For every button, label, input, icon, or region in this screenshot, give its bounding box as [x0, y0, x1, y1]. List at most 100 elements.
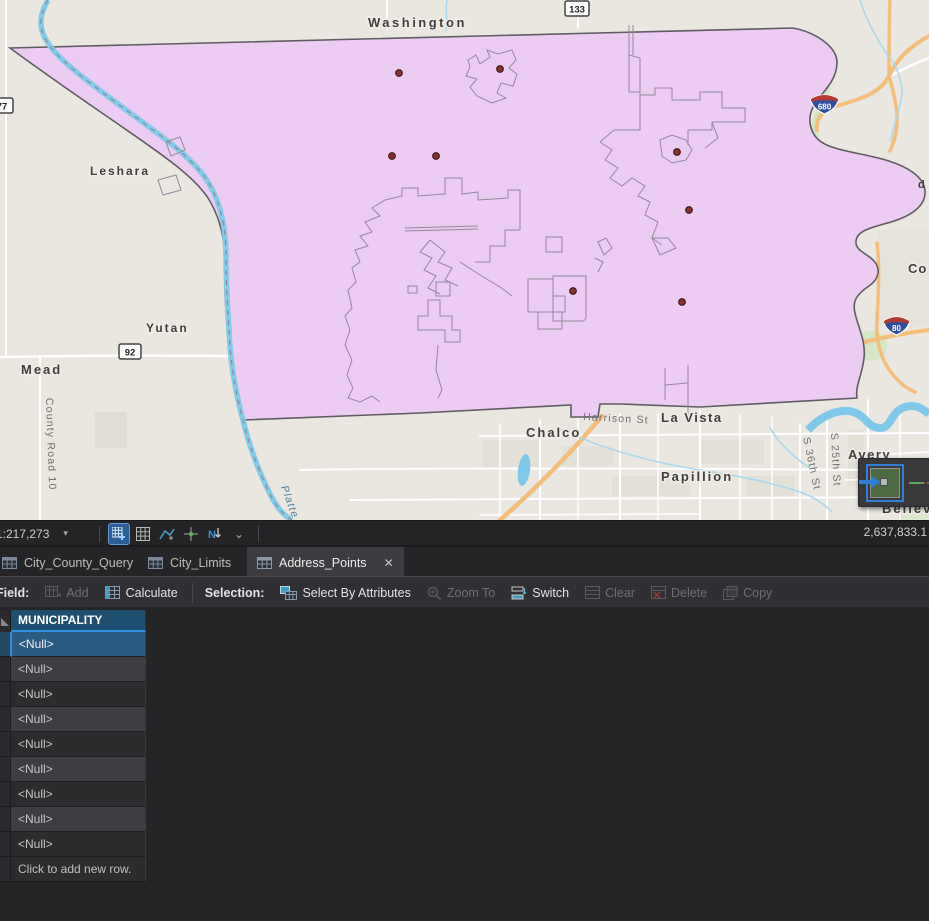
- shield-92: 92: [119, 344, 141, 359]
- sketch-icon: [159, 527, 175, 541]
- coordinate-readout: 2,637,833.1: [864, 525, 927, 539]
- switch-selection-button[interactable]: Switch: [511, 586, 569, 600]
- select-all-corner[interactable]: [0, 610, 11, 632]
- municipality-cell[interactable]: <Null>: [11, 707, 146, 732]
- segment-preview-icon: [909, 480, 929, 486]
- table-tab-strip: City_County_Query City_Limits Address_Po…: [0, 545, 929, 578]
- address-point: [497, 66, 504, 73]
- row-selector[interactable]: [0, 657, 11, 682]
- tab-city-county-query[interactable]: City_County_Query: [0, 547, 143, 578]
- address-point: [674, 149, 681, 156]
- land-patch: [95, 412, 127, 448]
- address-point: [686, 207, 693, 214]
- row-selector[interactable]: [0, 632, 12, 657]
- select-by-attributes-button[interactable]: Select By Attributes: [280, 586, 410, 600]
- calculate-label: Calculate: [126, 586, 178, 600]
- add-features-button[interactable]: [109, 524, 129, 544]
- row-selector[interactable]: [0, 707, 11, 732]
- delete-button[interactable]: Delete: [651, 586, 707, 600]
- table-row: <Null>: [0, 632, 146, 657]
- table-icon: [2, 557, 17, 569]
- label-la-vista: La Vista: [661, 410, 723, 425]
- copy-button[interactable]: Copy: [723, 586, 772, 600]
- label-co-partial: Co: [908, 261, 927, 276]
- close-icon[interactable]: ✕: [384, 556, 394, 570]
- label-leshara: Leshara: [90, 164, 150, 178]
- select-by-attributes-icon: [280, 586, 297, 600]
- table-row: <Null>: [0, 782, 146, 807]
- tab-address-points[interactable]: Address_Points ✕: [247, 547, 404, 578]
- label-chalco: Chalco: [526, 425, 581, 440]
- row-selector[interactable]: [0, 832, 11, 857]
- dropdown-caret-icon: ▾: [63, 528, 68, 539]
- crosshair-icon: [184, 527, 198, 541]
- scale-dropdown[interactable]: 1:217,273 ▾: [0, 527, 92, 541]
- table-toolbar: Field: Add Calculate Selection:: [0, 576, 929, 608]
- municipality-cell[interactable]: <Null>: [11, 782, 146, 807]
- table-row: <Null>: [0, 732, 146, 757]
- select-by-attributes-label: Select By Attributes: [302, 586, 410, 600]
- statusbar-more-button[interactable]: ⌄: [229, 524, 249, 544]
- svg-text:133: 133: [569, 5, 585, 16]
- municipality-cell[interactable]: <Null>: [11, 682, 146, 707]
- clear-label: Clear: [605, 586, 635, 600]
- zoom-to-button[interactable]: Zoom To: [427, 586, 495, 600]
- svg-text:77: 77: [0, 102, 7, 113]
- table-row: <Null>: [0, 707, 146, 732]
- snap-tool-button[interactable]: [181, 524, 201, 544]
- zoom-to-icon: [427, 586, 442, 600]
- svg-text:92: 92: [125, 348, 136, 359]
- zoom-to-label: Zoom To: [447, 586, 495, 600]
- grid-plus-icon: [112, 527, 126, 541]
- column-header-municipality[interactable]: MUNICIPALITY: [11, 610, 146, 632]
- clear-selection-button[interactable]: Clear: [585, 586, 635, 600]
- new-row-hint[interactable]: Click to add new row.: [11, 857, 146, 882]
- basemap: Washington Leshara Yutan Mead Chalco La …: [0, 0, 929, 520]
- svg-text:N: N: [208, 529, 216, 541]
- label-yutan: Yutan: [146, 321, 189, 335]
- row-selector: [0, 857, 11, 882]
- label-washington: Washington: [368, 15, 467, 30]
- row-selector[interactable]: [0, 807, 11, 832]
- municipality-cell[interactable]: <Null>: [11, 732, 146, 757]
- municipality-cell[interactable]: <Null>: [12, 632, 146, 657]
- table-icon: [257, 557, 272, 569]
- row-selector[interactable]: [0, 757, 11, 782]
- add-new-row[interactable]: Click to add new row.: [0, 857, 146, 882]
- chevron-down-icon: ⌄: [234, 527, 244, 541]
- add-field-button[interactable]: Add: [45, 586, 88, 600]
- delete-label: Delete: [671, 586, 707, 600]
- switch-label: Switch: [532, 586, 569, 600]
- add-field-label: Add: [66, 586, 88, 600]
- arcgis-pro-window: Washington Leshara Yutan Mead Chalco La …: [0, 0, 929, 921]
- tab-label: Address_Points: [279, 556, 367, 570]
- svg-text:80: 80: [892, 324, 901, 333]
- municipality-cell[interactable]: <Null>: [11, 657, 146, 682]
- row-selector[interactable]: [0, 782, 11, 807]
- municipality-cell[interactable]: <Null>: [11, 807, 146, 832]
- row-selector[interactable]: [0, 682, 11, 707]
- address-point: [570, 288, 577, 295]
- map-view[interactable]: Washington Leshara Yutan Mead Chalco La …: [0, 0, 929, 520]
- tab-city-limits[interactable]: City_Limits: [138, 547, 241, 578]
- tab-label: City_Limits: [170, 556, 231, 570]
- table-grid-button[interactable]: [133, 524, 153, 544]
- shield-77: 77: [0, 98, 13, 113]
- add-field-icon: [45, 586, 61, 599]
- table-row: <Null>: [0, 832, 146, 857]
- calculate-button[interactable]: Calculate: [105, 586, 178, 600]
- address-point: [389, 153, 396, 160]
- calculate-icon: [105, 586, 121, 599]
- municipality-cell[interactable]: <Null>: [11, 757, 146, 782]
- table-row: <Null>: [0, 757, 146, 782]
- label-mead: Mead: [21, 362, 62, 377]
- address-point: [679, 299, 686, 306]
- row-selector[interactable]: [0, 732, 11, 757]
- sketch-tool-button[interactable]: [157, 524, 177, 544]
- municipality-cell[interactable]: <Null>: [11, 832, 146, 857]
- north-arrow-button[interactable]: N: [205, 524, 225, 544]
- copy-label: Copy: [743, 586, 772, 600]
- clear-icon: [585, 586, 600, 599]
- north-arrow-icon: N: [207, 526, 223, 542]
- delete-icon: [651, 586, 666, 599]
